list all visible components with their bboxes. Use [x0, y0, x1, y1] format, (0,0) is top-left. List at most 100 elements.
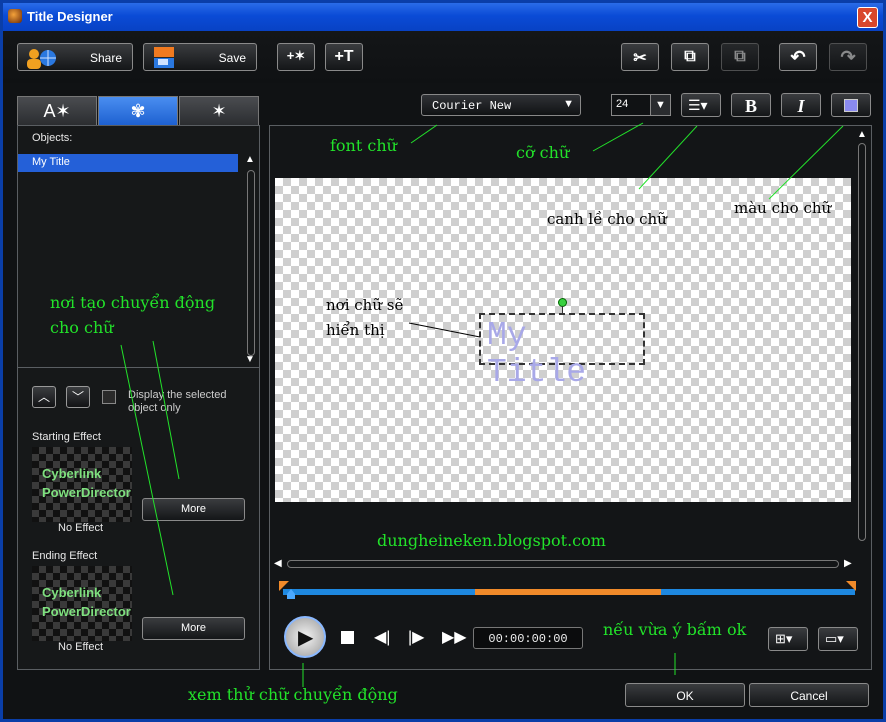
- grid-icon: ⊞▾: [775, 631, 793, 646]
- align-left-icon: ☰▾: [688, 97, 708, 113]
- annotation-size: cỡ chữ: [516, 143, 570, 162]
- canvas-hscrollbar[interactable]: [287, 560, 839, 568]
- add-particle-button[interactable]: +✶: [277, 43, 315, 71]
- paste-button[interactable]: ⧉: [721, 43, 759, 71]
- annotation-motion-2: cho chữ: [50, 318, 114, 337]
- next-frame-icon[interactable]: |▶: [408, 627, 424, 647]
- add-particle-icon: +✶: [286, 48, 306, 63]
- display-selected-checkbox[interactable]: [102, 390, 116, 404]
- ok-label: OK: [676, 689, 694, 703]
- font-size-select[interactable]: 24 ▼: [611, 94, 671, 116]
- save-icon: [154, 47, 174, 68]
- starting-effect-thumbnail[interactable]: Cyberlink PowerDirector: [32, 447, 132, 522]
- chevron-up-icon: ︿: [37, 390, 50, 404]
- list-item[interactable]: My Title: [18, 154, 238, 172]
- prev-frame-icon[interactable]: ◀|: [374, 627, 390, 647]
- play-button[interactable]: ▶: [284, 616, 326, 658]
- more-label: More: [180, 503, 207, 515]
- cut-button[interactable]: ✂: [621, 43, 659, 71]
- scroll-down-icon[interactable]: ▼: [245, 354, 255, 365]
- play-icon: ▶: [298, 627, 314, 649]
- undo-button[interactable]: ↶: [779, 43, 817, 71]
- cancel-button[interactable]: Cancel: [749, 683, 869, 707]
- rotate-handle-stem: [562, 306, 563, 314]
- object-item-label: My Title: [32, 156, 70, 168]
- scissors-icon: ✂: [633, 50, 647, 67]
- copy-button[interactable]: ⧉: [671, 43, 709, 71]
- undo-icon: ↶: [790, 47, 806, 67]
- text-color-button[interactable]: [831, 93, 871, 117]
- save-label: Save: [218, 51, 246, 65]
- redo-button[interactable]: ↷: [829, 43, 867, 71]
- objects-header: Objects:: [32, 132, 73, 144]
- window-title: Title Designer: [27, 9, 113, 24]
- annotation-blog: dungheineken.blogspot.com: [377, 531, 606, 550]
- add-text-button[interactable]: +T: [325, 43, 363, 71]
- chevron-down-icon: ▼: [563, 98, 574, 110]
- display-selected-label-1: Display the selected: [128, 389, 227, 401]
- share-button[interactable]: Share: [17, 43, 133, 71]
- annotation-motion-1: nơi tạo chuyển động: [50, 293, 216, 312]
- paste-icon: ⧉: [734, 48, 746, 65]
- move-down-button[interactable]: ﹀: [66, 386, 90, 408]
- monitor-icon: ▭▾: [825, 631, 844, 646]
- tab-background[interactable]: ✶: [179, 96, 259, 126]
- scroll-up-icon[interactable]: ▲: [857, 129, 867, 140]
- font-select[interactable]: Courier New ▼: [421, 94, 581, 116]
- color-swatch: [844, 99, 858, 112]
- title-bar: Title Designer X: [3, 3, 883, 31]
- align-button[interactable]: ☰▾: [681, 93, 721, 117]
- bold-icon: B: [744, 96, 757, 116]
- chevron-down-icon: ▼: [650, 95, 670, 115]
- timeline-range: [475, 589, 661, 595]
- timecode-display: 00:00:00:00: [473, 627, 583, 649]
- move-up-button[interactable]: ︿: [32, 386, 56, 408]
- annotation-font: font chữ: [330, 136, 397, 155]
- background-tab-icon: ✶: [211, 101, 227, 121]
- objects-scrollbar[interactable]: [247, 170, 255, 356]
- tab-text[interactable]: A✶: [17, 96, 97, 126]
- ending-effect-thumbnail[interactable]: Cyberlink PowerDirector: [32, 566, 132, 641]
- redo-icon: ↷: [840, 47, 856, 67]
- divider: [18, 367, 259, 368]
- title-text: My Title: [487, 317, 587, 391]
- annotation-display-1: nơi chữ sẽ: [326, 296, 404, 314]
- add-text-icon: +T: [334, 48, 354, 65]
- chevron-down-icon: ﹀: [71, 390, 84, 404]
- scroll-left-icon[interactable]: ◀: [274, 558, 282, 569]
- ok-button[interactable]: OK: [625, 683, 745, 707]
- bold-button[interactable]: B: [731, 93, 771, 117]
- starting-more-button[interactable]: More: [142, 498, 245, 521]
- thumb-line-2: PowerDirector: [42, 485, 131, 500]
- more-label: More: [180, 622, 207, 634]
- ending-effect-value: No Effect: [58, 641, 104, 653]
- thumb-line-1: Cyberlink: [42, 585, 102, 600]
- share-label: Share: [89, 51, 122, 65]
- italic-button[interactable]: I: [781, 93, 821, 117]
- save-button[interactable]: Save: [143, 43, 257, 71]
- font-value: Courier New: [432, 99, 512, 113]
- ending-more-button[interactable]: More: [142, 617, 245, 640]
- scroll-right-icon[interactable]: ▶: [844, 558, 852, 569]
- annotation-color: màu cho chữ: [734, 199, 832, 217]
- tab-effects[interactable]: ✾: [98, 96, 178, 126]
- stop-icon[interactable]: [341, 631, 354, 644]
- ending-effect-label: Ending Effect: [32, 550, 98, 562]
- canvas-vscrollbar[interactable]: [858, 143, 866, 541]
- close-button[interactable]: X: [857, 7, 878, 28]
- display-selected-label-2: object only: [128, 402, 181, 414]
- title-text-box[interactable]: My Title: [479, 313, 645, 391]
- scroll-up-icon[interactable]: ▲: [245, 154, 255, 165]
- annotation-preview: xem thử chữ chuyển động: [188, 685, 398, 704]
- effects-panel: Objects: My Title ▲ ▼ ︿ ﹀ Display the se…: [17, 125, 260, 670]
- annotation-display-2: hiển thị: [326, 321, 385, 339]
- preview-mode-button[interactable]: ▭▾: [818, 627, 858, 651]
- safe-zone-button[interactable]: ⊞▾: [768, 627, 808, 651]
- cancel-label: Cancel: [790, 689, 828, 703]
- italic-icon: I: [797, 96, 805, 116]
- annotation-align: canh lề cho chữ: [547, 210, 667, 228]
- annotation-ok-hint: nếu vừa ý bấm ok: [603, 620, 747, 639]
- fast-forward-icon[interactable]: ▶▶: [442, 627, 467, 647]
- effects-tab-icon: ✾: [130, 101, 146, 121]
- timecode: 00:00:00:00: [488, 632, 568, 646]
